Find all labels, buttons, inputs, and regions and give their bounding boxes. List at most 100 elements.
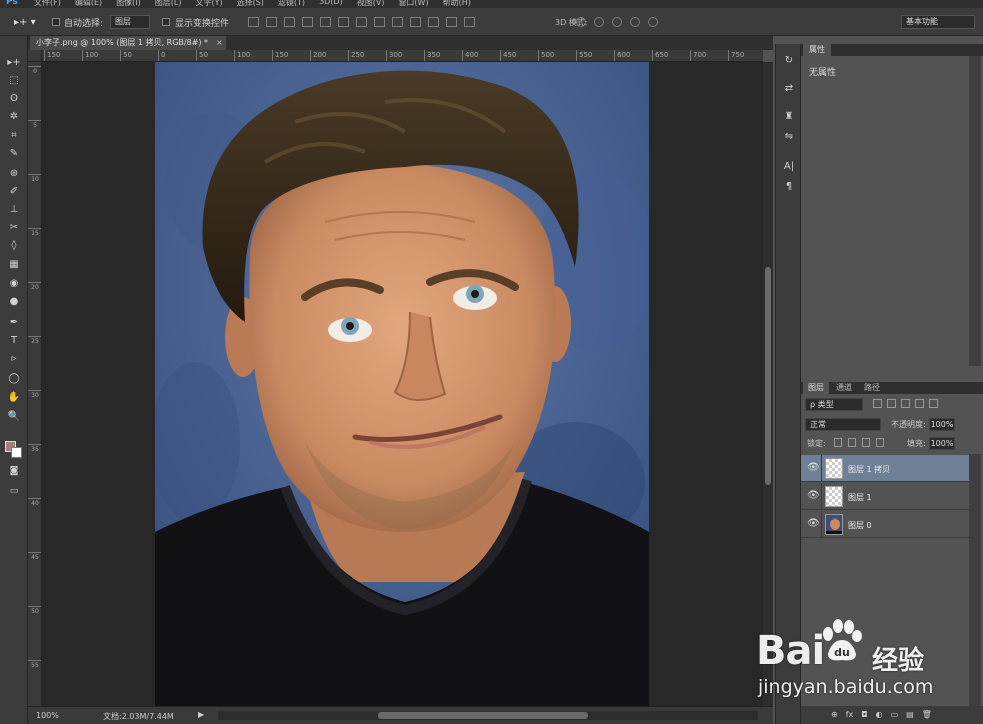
zoom-level[interactable]: 100%: [36, 711, 59, 720]
document-canvas[interactable]: [42, 62, 763, 706]
visibility-eye-icon[interactable]: 👁: [807, 518, 820, 529]
layer-filter-dropdown[interactable]: ρ 类型: [805, 398, 863, 411]
align-hcenter-icon[interactable]: [320, 17, 331, 27]
menu-item[interactable]: 视图(V): [357, 0, 385, 8]
close-tab-icon[interactable]: ×: [216, 36, 223, 50]
fill-input[interactable]: 100%: [929, 437, 955, 450]
healing-brush-tool-icon[interactable]: ⊛: [6, 167, 22, 181]
distribute-top-icon[interactable]: [356, 17, 367, 27]
layer-name[interactable]: 图层 1 拷贝: [848, 464, 890, 475]
lasso-tool-icon[interactable]: ʘ: [6, 92, 22, 106]
filter-shape-icon[interactable]: [915, 399, 924, 408]
lock-all-icon[interactable]: [876, 438, 884, 447]
layer-style-icon[interactable]: fx: [846, 710, 854, 719]
pen-tool-icon[interactable]: ✒: [6, 316, 22, 330]
dodge-tool-icon[interactable]: ●: [6, 295, 22, 309]
horizontal-scroll-thumb[interactable]: [378, 712, 588, 719]
layer-name[interactable]: 图层 1: [848, 492, 872, 503]
3d-scale-icon[interactable]: [648, 17, 658, 27]
align-top-icon[interactable]: [248, 17, 259, 27]
gradient-tool-icon[interactable]: ▦: [6, 258, 22, 272]
align-bottom-icon[interactable]: [284, 17, 295, 27]
brush-presets-icon[interactable]: ♜: [782, 110, 796, 124]
move-tool-preset-icon[interactable]: ▸+ ▾: [14, 17, 36, 28]
screen-mode-icon[interactable]: ▭: [6, 484, 22, 498]
lock-position-icon[interactable]: [862, 438, 870, 447]
filter-pixel-icon[interactable]: [873, 399, 882, 408]
canvas-vertical-scrollbar[interactable]: [763, 62, 773, 706]
auto-align-icon[interactable]: [464, 17, 475, 27]
3d-pan-icon[interactable]: [612, 17, 622, 27]
filter-type-icon[interactable]: [901, 399, 910, 408]
blend-mode-dropdown[interactable]: 正常: [805, 418, 881, 431]
path-select-tool-icon[interactable]: ▹: [6, 352, 22, 366]
align-right-icon[interactable]: [338, 17, 349, 27]
menu-item[interactable]: 滤镜(T): [278, 0, 305, 8]
workspace-switcher[interactable]: 基本功能: [901, 15, 975, 29]
distribute-left-icon[interactable]: [410, 17, 421, 27]
opacity-input[interactable]: 100%: [929, 418, 955, 431]
layer-row-1[interactable]: 👁 图层 1: [801, 483, 969, 510]
3d-roll-icon[interactable]: [594, 17, 604, 27]
shape-tool-icon[interactable]: ◯: [6, 372, 22, 386]
history-panel-icon[interactable]: ↻: [782, 54, 796, 68]
distribute-hcenter-icon[interactable]: [428, 17, 439, 27]
auto-select-dropdown[interactable]: 图层: [110, 15, 150, 29]
adjustment-layer-icon[interactable]: ◐: [876, 710, 883, 719]
history-brush-tool-icon[interactable]: ✂: [6, 221, 22, 235]
menu-item[interactable]: 图层(L): [155, 0, 182, 8]
eraser-tool-icon[interactable]: ◊: [6, 239, 22, 253]
actions-panel-icon[interactable]: ⇄: [782, 82, 796, 96]
align-vcenter-icon[interactable]: [266, 17, 277, 27]
background-color-swatch[interactable]: [11, 447, 22, 458]
menu-item[interactable]: 窗口(W): [398, 0, 428, 8]
visibility-eye-icon[interactable]: 👁: [807, 490, 820, 501]
move-tool-icon[interactable]: ▸+: [6, 56, 22, 70]
menu-item[interactable]: 图像(I): [116, 0, 141, 8]
menu-item[interactable]: 编辑(E): [75, 0, 102, 8]
hand-tool-icon[interactable]: ✋: [6, 391, 22, 405]
menu-item[interactable]: 文件(F): [34, 0, 61, 8]
layers-scrollbar[interactable]: [969, 454, 981, 708]
vertical-ruler[interactable]: 0 5 10 15 20 25 30 35 40 45 50 55: [28, 62, 42, 706]
auto-select-checkbox[interactable]: [52, 18, 60, 26]
visibility-eye-icon[interactable]: 👁: [807, 462, 820, 473]
menu-item[interactable]: 文字(Y): [195, 0, 222, 8]
filter-adjustment-icon[interactable]: [887, 399, 896, 408]
zoom-tool-icon[interactable]: 🔍: [6, 410, 22, 424]
tab-paths[interactable]: 路径: [859, 382, 885, 394]
document-tab[interactable]: 小李子.png @ 100% (图层 1 拷贝, RGB/8#) *: [30, 36, 226, 50]
horizontal-ruler[interactable]: 150 100 50 0 50 100 150 200 250 300 350 400 450 500 55…: [42, 50, 763, 62]
delete-layer-icon[interactable]: 🗑: [922, 710, 932, 719]
canvas-horizontal-scrollbar[interactable]: [218, 711, 758, 720]
3d-slide-icon[interactable]: [630, 17, 640, 27]
layer-row-1-copy[interactable]: 👁 图层 1 拷贝: [801, 455, 969, 482]
new-layer-icon[interactable]: ▤: [906, 710, 914, 719]
distribute-vcenter-icon[interactable]: [374, 17, 385, 27]
align-left-icon[interactable]: [302, 17, 313, 27]
layer-row-0[interactable]: 👁 图层 0: [801, 511, 969, 538]
new-group-icon[interactable]: ▭: [891, 710, 899, 719]
marquee-tool-icon[interactable]: ⬚: [6, 74, 22, 88]
menu-item[interactable]: 3D(D): [319, 0, 343, 8]
type-tool-icon[interactable]: T: [6, 334, 22, 348]
crop-tool-icon[interactable]: ⌗: [6, 129, 22, 143]
menu-item[interactable]: 帮助(H): [443, 0, 471, 8]
3d-rotate-icon[interactable]: [576, 17, 586, 27]
lock-transparent-icon[interactable]: [834, 438, 842, 447]
menu-item[interactable]: 选择(S): [237, 0, 264, 8]
add-mask-icon[interactable]: ◘: [861, 710, 867, 719]
quick-select-tool-icon[interactable]: ✲: [6, 110, 22, 124]
tab-channels[interactable]: 通道: [831, 382, 857, 394]
link-layers-icon[interactable]: ⊕: [831, 710, 838, 719]
layer-name[interactable]: 图层 0: [848, 520, 872, 531]
distribute-right-icon[interactable]: [446, 17, 457, 27]
properties-scrollbar[interactable]: [969, 56, 981, 366]
status-menu-arrow-icon[interactable]: ▶: [198, 710, 204, 719]
ruler-origin[interactable]: [28, 50, 42, 62]
portrait-photo[interactable]: [155, 62, 649, 706]
character-panel-icon[interactable]: A|: [782, 160, 796, 174]
quick-mask-icon[interactable]: ◙: [6, 464, 22, 478]
eyedropper-tool-icon[interactable]: ✎: [6, 147, 22, 161]
brush-tool-icon[interactable]: ✐: [6, 185, 22, 199]
